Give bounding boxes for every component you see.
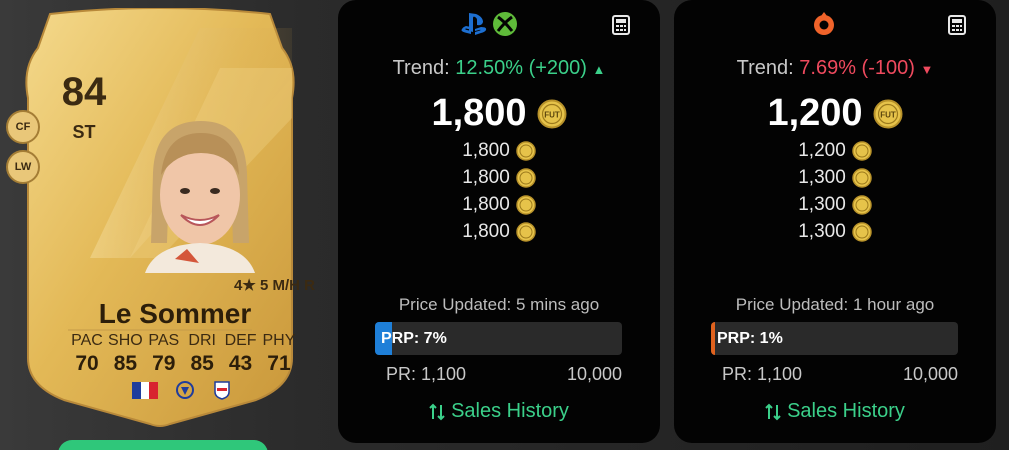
stat-value-def: 43 <box>228 352 253 375</box>
main-price: 1,800 FUT <box>338 92 660 135</box>
coin-icon <box>852 222 872 242</box>
main-price: 1,200 FUT <box>674 92 996 135</box>
coin-icon <box>516 141 536 161</box>
trend-down-icon: ▼ <box>920 62 934 77</box>
green-action-button[interactable] <box>58 440 268 450</box>
coin-icon: FUT <box>873 99 903 128</box>
recent-price: 1,300 <box>798 167 846 188</box>
prp-label: PRP: 7% <box>381 330 447 347</box>
card-badges <box>132 380 232 400</box>
player-card[interactable]: 84 ST 4★ 5 M/H R Le Sommer PAC SHO PAS D… <box>20 8 315 428</box>
stat-label-pas: PAS <box>148 332 180 349</box>
stat-values-row: 70 85 79 85 43 71 <box>68 352 298 376</box>
stat-value-dri: 85 <box>190 352 214 375</box>
player-position: ST <box>72 122 96 142</box>
trend-value: 12.50% (+200) <box>455 57 587 79</box>
stat-label-phy: PHY <box>262 332 296 349</box>
coin-icon <box>852 168 872 188</box>
stat-value-pac: 70 <box>75 352 99 375</box>
stat-label-def: DEF <box>224 332 257 349</box>
platform-icons <box>460 11 518 37</box>
recent-price: 1,200 <box>798 140 846 161</box>
player-card-area: 84 ST 4★ 5 M/H R Le Sommer PAC SHO PAS D… <box>0 0 330 450</box>
france-flag-icon <box>132 381 158 399</box>
price-updated-text: Price Updated: 1 hour ago <box>735 295 935 314</box>
price-range-min: PR: 1,100 <box>722 364 803 384</box>
coin-icon <box>516 222 536 242</box>
player-photo <box>145 121 255 273</box>
recent-prices-list: 1,800 1,800 1,800 1,800 <box>338 140 660 243</box>
price-range-max: 10,000 <box>902 364 958 384</box>
list-item: 1,800 <box>462 221 536 243</box>
trend-row: Trend: 7.69% (-100) ▼ <box>674 57 996 80</box>
stat-label-pac: PAC <box>71 332 103 349</box>
calculator-icon[interactable] <box>948 15 966 35</box>
svg-text:FUT: FUT <box>880 110 896 119</box>
sort-arrows-icon <box>765 403 781 420</box>
recent-price: 1,800 <box>462 167 510 188</box>
price-updated-text: Price Updated: 5 mins ago <box>398 295 600 314</box>
trend-up-icon: ▲ <box>592 62 606 77</box>
recent-prices-list: 1,200 1,300 1,300 1,300 <box>674 140 996 243</box>
sales-history-label: Sales History <box>787 400 905 422</box>
price-range-max: 10,000 <box>566 364 622 384</box>
list-item: 1,800 <box>462 194 536 216</box>
player-name: Le Sommer <box>98 298 252 329</box>
sales-history-label: Sales History <box>451 400 569 422</box>
stat-label-dri: DRI <box>188 332 216 349</box>
alt-position-cf: CF <box>6 110 40 144</box>
price-range-min: PR: 1,100 <box>386 364 467 384</box>
coin-icon: FUT <box>537 99 567 128</box>
main-price-value: 1,800 <box>431 92 527 134</box>
recent-price: 1,800 <box>462 194 510 215</box>
list-item: 1,300 <box>798 194 872 216</box>
origin-icon <box>814 12 834 35</box>
trend-value: 7.69% (-100) <box>799 57 915 79</box>
list-item: 1,300 <box>798 167 872 189</box>
prp-progress-bar: PRP: 1% <box>711 322 958 355</box>
alt-position-lw: LW <box>6 150 40 184</box>
coin-icon <box>516 168 536 188</box>
price-panel-pc: Trend: 7.69% (-100) ▼ 1,200 FUT 1,200 1,… <box>674 0 996 443</box>
recent-price: 1,800 <box>462 221 510 242</box>
trend-label: Trend: <box>392 57 450 79</box>
stat-value-sho: 85 <box>113 352 138 375</box>
sales-history-link[interactable]: Sales History <box>674 400 996 423</box>
league-logo-icon <box>176 381 194 399</box>
stat-value-pas: 79 <box>152 352 176 375</box>
trend-row: Trend: 12.50% (+200) ▲ <box>338 57 660 80</box>
stat-label-sho: SHO <box>108 332 143 349</box>
coin-icon <box>852 141 872 161</box>
sales-history-link[interactable]: Sales History <box>338 400 660 423</box>
xbox-icon <box>493 12 517 36</box>
price-panel-console: Trend: 12.50% (+200) ▲ 1,800 FUT 1,800 1… <box>338 0 660 443</box>
recent-price: 1,300 <box>798 221 846 242</box>
price-range: PR: 1,100 10,000 <box>722 364 958 385</box>
svg-text:FUT: FUT <box>544 110 560 119</box>
list-item: 1,800 <box>462 140 536 162</box>
recent-price: 1,300 <box>798 194 846 215</box>
platform-icons <box>811 11 837 37</box>
coin-icon <box>852 195 872 215</box>
stat-value-phy: 71 <box>267 352 291 375</box>
list-item: 1,300 <box>798 221 872 243</box>
price-range: PR: 1,100 10,000 <box>386 364 622 385</box>
list-item: 1,200 <box>798 140 872 162</box>
sort-arrows-icon <box>429 403 445 420</box>
prp-progress-fill <box>711 322 715 355</box>
recent-price: 1,800 <box>462 140 510 161</box>
prp-progress-bar: PRP: 7% <box>375 322 622 355</box>
stat-labels-row: PAC SHO PAS DRI DEF PHY <box>68 332 298 350</box>
coin-icon <box>516 195 536 215</box>
player-rating: 84 <box>61 70 107 114</box>
main-price-value: 1,200 <box>767 92 863 134</box>
playstation-icon <box>461 13 487 35</box>
skill-weakfoot-workrate: 4★ 5 M/H R <box>234 277 315 294</box>
prp-label: PRP: 1% <box>717 330 783 347</box>
list-item: 1,800 <box>462 167 536 189</box>
club-badge-icon <box>214 381 230 400</box>
trend-label: Trend: <box>736 57 794 79</box>
calculator-icon[interactable] <box>612 15 630 35</box>
